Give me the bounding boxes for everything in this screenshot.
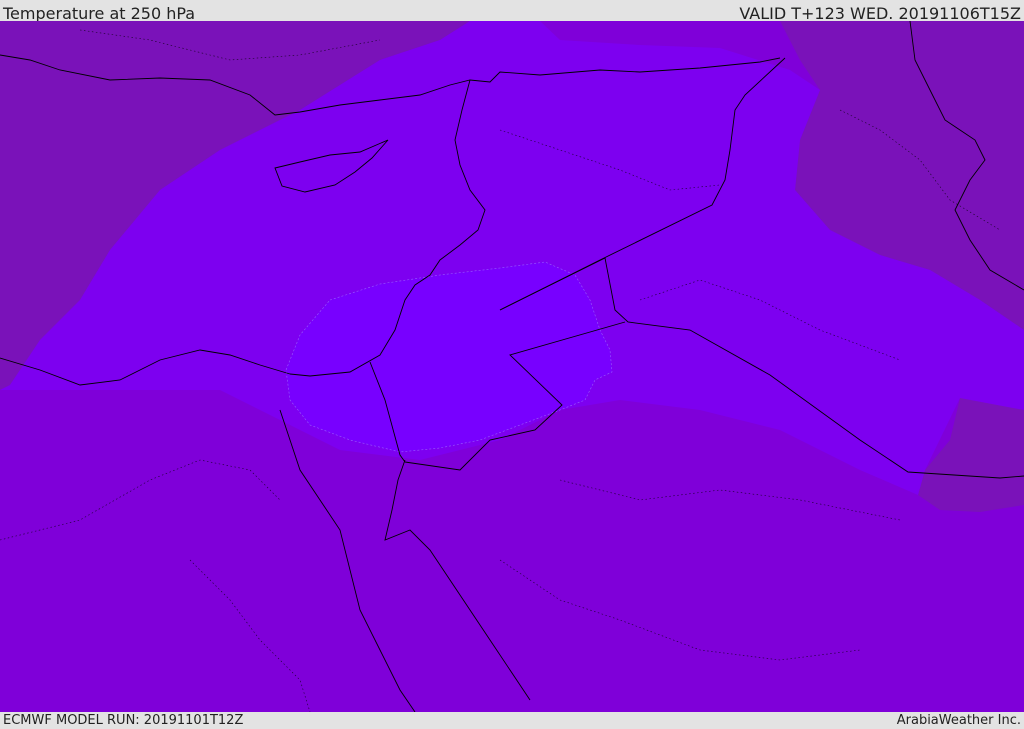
model-run-label: ECMWF MODEL RUN: 20191101T12Z bbox=[3, 713, 244, 728]
footer-bar: ECMWF MODEL RUN: 20191101T12Z ArabiaWeat… bbox=[0, 712, 1024, 729]
map-frame: Temperature at 250 hPa VALID T+123 WED. … bbox=[0, 0, 1024, 729]
credit-label: ArabiaWeather Inc. bbox=[896, 713, 1021, 728]
header-bar: Temperature at 250 hPa VALID T+123 WED. … bbox=[0, 0, 1024, 23]
map-svg bbox=[0, 21, 1024, 712]
weather-map bbox=[0, 21, 1024, 712]
